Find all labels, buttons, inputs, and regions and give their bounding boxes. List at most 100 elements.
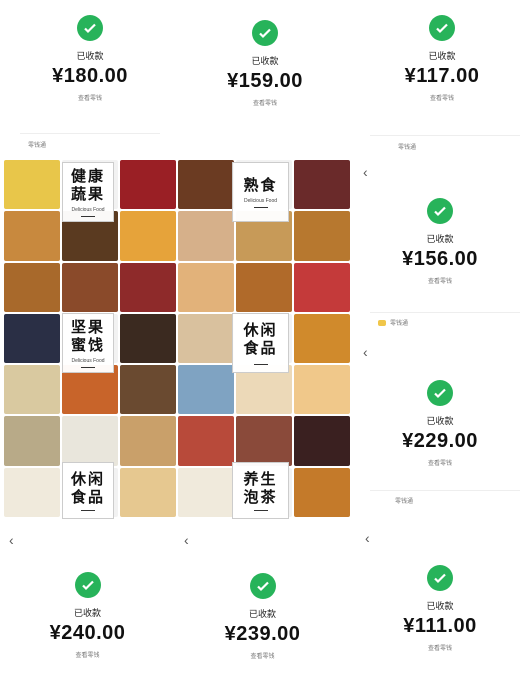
change-pass-bar[interactable]: 零钱通 <box>378 318 408 327</box>
wallet-icon <box>378 320 386 327</box>
divider <box>81 509 95 511</box>
category-title: 养生 <box>243 470 278 488</box>
receipt-card: 已收款 ¥117.00 查看零钱 <box>382 15 502 115</box>
food-photo <box>120 160 176 210</box>
check-circle-icon <box>249 573 276 599</box>
change-pass-label: 零钱通 <box>395 499 414 505</box>
receipt-status: 已收款 <box>73 608 101 618</box>
change-pass-bar[interactable]: 零钱通 <box>398 142 416 151</box>
category-card: 养生 泡茶 <box>232 462 289 519</box>
food-photo <box>294 211 350 261</box>
receipt-amount: ¥180.00 <box>52 65 128 87</box>
view-change-link[interactable]: 查看零钱 <box>205 98 325 107</box>
food-photo <box>178 262 234 312</box>
receipt-status: 已收款 <box>428 51 456 61</box>
food-photo <box>4 416 60 466</box>
category-caption: Delicious Food <box>71 357 105 364</box>
view-change-link[interactable]: 查看零钱 <box>380 458 500 467</box>
receipt-amount: ¥229.00 <box>402 430 478 452</box>
chevron-left-icon[interactable]: ‹ <box>363 164 368 180</box>
food-photo <box>4 262 60 312</box>
category-title: 健康 <box>70 167 105 185</box>
food-photo <box>120 211 176 261</box>
food-photo <box>4 211 60 261</box>
receipt-amount: ¥159.00 <box>227 70 303 92</box>
chevron-left-icon[interactable]: ‹ <box>363 344 368 360</box>
food-photo <box>120 365 176 415</box>
food-photo <box>178 313 234 364</box>
check-circle-icon <box>427 198 453 224</box>
divider <box>370 490 520 491</box>
food-photo <box>294 313 350 364</box>
change-pass-bar[interactable]: 零钱通 <box>28 140 46 149</box>
food-photo <box>120 262 176 312</box>
divider <box>370 312 520 313</box>
category-card: 休闲 食品 <box>232 313 289 373</box>
view-change-link[interactable]: 查看零钱 <box>25 650 150 659</box>
food-photo <box>178 365 234 415</box>
category-card: 健康 蔬果 Delicious Food <box>62 162 114 222</box>
divider <box>81 366 95 368</box>
change-pass-label: 零钱通 <box>390 321 409 327</box>
receipt-card: 已收款 ¥180.00 查看零钱 <box>30 15 150 115</box>
food-photo <box>4 313 60 364</box>
food-photo <box>294 262 350 312</box>
check-circle-icon <box>427 380 453 406</box>
view-change-link[interactable]: 查看零钱 <box>382 93 502 102</box>
receipt-amount: ¥111.00 <box>403 615 477 637</box>
check-circle-icon <box>427 565 453 591</box>
receipt-status: 已收款 <box>76 51 104 61</box>
divider <box>253 206 268 208</box>
category-title: 休闲 <box>243 321 278 339</box>
receipt-status: 已收款 <box>426 601 454 611</box>
chevron-left-icon[interactable]: ‹ <box>365 530 370 546</box>
view-change-link[interactable]: 查看零钱 <box>380 276 500 285</box>
check-circle-icon <box>252 20 278 46</box>
food-photo <box>62 416 118 466</box>
receipt-status: 已收款 <box>426 234 454 244</box>
view-change-link[interactable]: 查看零钱 <box>30 93 150 102</box>
category-title: 坚果 <box>70 318 105 336</box>
change-pass-bar[interactable]: 零钱通 <box>395 496 413 505</box>
check-circle-icon <box>77 15 103 41</box>
divider <box>253 509 268 511</box>
receipt-card: 已收款 ¥240.00 查看零钱 <box>25 572 150 672</box>
receipt-amount: ¥117.00 <box>404 65 480 87</box>
food-photo <box>236 262 292 312</box>
receipt-card: 已收款 ¥159.00 查看零钱 <box>205 20 325 120</box>
receipt-status: 已收款 <box>248 609 276 619</box>
category-title: 食品 <box>243 339 278 357</box>
receipt-card: 已收款 ¥239.00 查看零钱 <box>200 573 325 673</box>
category-card: 熟食 Delicious Food <box>232 162 289 222</box>
food-photo <box>236 416 292 466</box>
food-photo <box>178 160 234 210</box>
change-pass-label: 零钱通 <box>28 143 47 149</box>
category-card: 坚果 蜜饯 Delicious Food <box>62 313 114 373</box>
divider <box>370 135 520 136</box>
food-photo <box>178 211 234 261</box>
view-change-link[interactable]: 查看零钱 <box>200 651 325 660</box>
food-photo <box>4 160 60 210</box>
chevron-left-icon[interactable]: ‹ <box>184 532 189 548</box>
food-photo <box>4 467 60 517</box>
food-photo <box>294 160 350 210</box>
category-title: 休闲 <box>70 470 105 488</box>
check-circle-icon <box>429 15 455 41</box>
food-photo <box>62 262 118 312</box>
food-photo <box>120 416 176 466</box>
receipt-status: 已收款 <box>426 416 454 426</box>
divider <box>20 133 160 134</box>
receipt-amount: ¥239.00 <box>224 623 301 645</box>
divider <box>81 215 95 217</box>
receipt-card: 已收款 ¥229.00 查看零钱 <box>380 380 500 480</box>
divider <box>253 363 268 365</box>
change-pass-label: 零钱通 <box>398 145 417 151</box>
category-title: 泡茶 <box>243 488 278 506</box>
category-title: 食品 <box>70 488 105 506</box>
view-change-link[interactable]: 查看零钱 <box>380 643 500 652</box>
food-photo <box>178 467 234 517</box>
food-photo <box>120 467 176 517</box>
check-circle-icon <box>74 572 101 598</box>
category-title: 蔬果 <box>70 185 105 203</box>
chevron-left-icon[interactable]: ‹ <box>9 532 14 548</box>
